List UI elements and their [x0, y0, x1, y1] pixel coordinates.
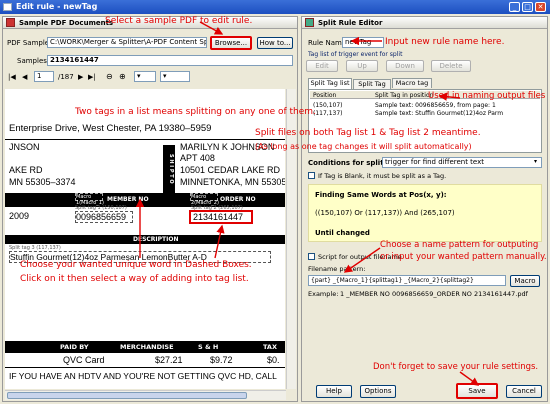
arrow-filename: [343, 247, 381, 273]
arrow-save: [459, 371, 480, 386]
annotation-arrows: [135, 21, 480, 386]
arrow-order-box: [214, 224, 225, 259]
arrow-macro-tab: [438, 92, 461, 101]
arrow-browse: [199, 21, 224, 35]
